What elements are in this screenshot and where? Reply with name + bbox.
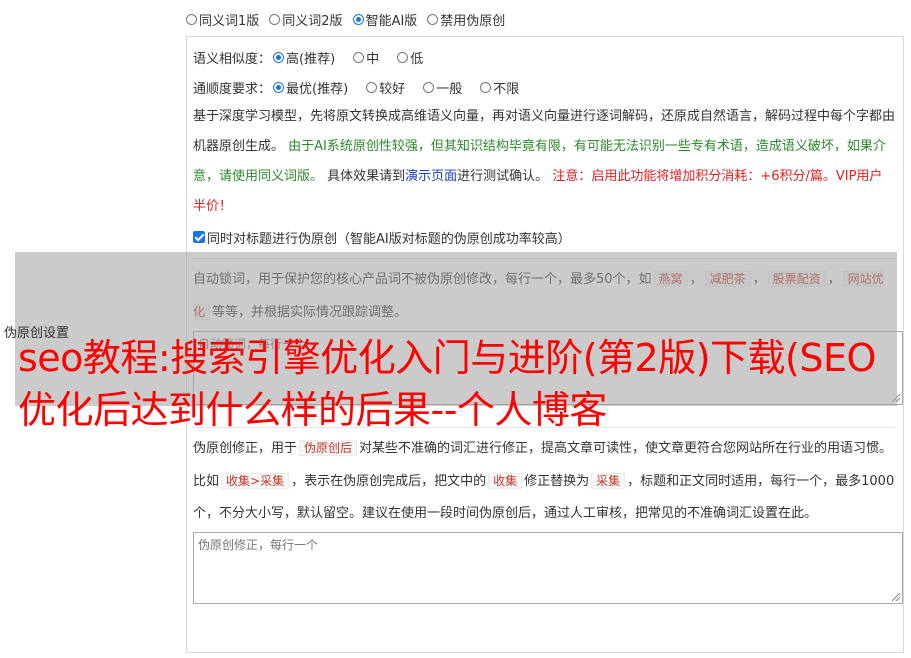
lock-words-placeholder: 自动锁词，每行一个 — [198, 337, 307, 351]
title-rewrite-label: 同时对标题进行伪原创（智能AI版对标题的伪原创成功率较高） — [207, 231, 571, 247]
divider — [193, 258, 895, 259]
fluency-best[interactable]: 最优(推荐) — [273, 78, 348, 97]
fluency-row: 通顺度要求： 最优(推荐) 较好 一般 不限 — [193, 72, 895, 102]
resize-grip-icon[interactable] — [892, 394, 900, 402]
mode-radio-group: 同义词1版 同义词2版 智能AI版 禁用伪原创 — [186, 9, 515, 29]
mode-ai[interactable]: 智能AI版 — [352, 10, 418, 29]
radio-checked-icon[interactable] — [352, 13, 364, 25]
correction-text-3: ，表示在伪原创完成后，把文中的 — [291, 474, 487, 489]
mode-disable[interactable]: 禁用伪原创 — [427, 10, 505, 29]
mode-synonym-v1-label: 同义词1版 — [199, 13, 260, 29]
lock-word-tag: 燕窝 — [653, 271, 688, 287]
ai-description: 基于深度学习模型，先将原文转换成高维语义向量，再对语义向量进行逐词解码，还原成自… — [193, 102, 895, 222]
radio-icon[interactable] — [353, 51, 365, 63]
resize-grip-icon[interactable] — [892, 593, 900, 601]
checkbox-checked-icon[interactable] — [193, 231, 205, 243]
correction-tag: 收集>采集 — [221, 473, 290, 489]
radio-icon[interactable] — [186, 13, 197, 25]
fluency-label: 通顺度要求： — [193, 81, 272, 97]
correction-textarea[interactable]: 伪原创修正，每行一个 — [193, 532, 903, 604]
mode-synonym-v2-label: 同义词2版 — [282, 13, 343, 29]
similarity-low-label: 低 — [410, 51, 424, 67]
fluency-any-label: 不限 — [493, 81, 520, 97]
similarity-low[interactable]: 低 — [397, 48, 423, 67]
radio-icon[interactable] — [397, 51, 409, 63]
mode-disable-label: 禁用伪原创 — [440, 13, 506, 29]
settings-panel: 语义相似度： 高(推荐) 中 低 通顺度要求： 最优(推荐) 较好 一般 不限 … — [186, 36, 904, 653]
divider — [193, 427, 895, 428]
lock-word-tag: 股票配资 — [767, 271, 826, 287]
lock-words-text-2: 等等，并根据实际情况跟踪调整。 — [212, 305, 408, 320]
radio-icon[interactable] — [480, 81, 492, 93]
similarity-medium-label: 中 — [366, 51, 380, 67]
correction-tag: 伪原创后 — [299, 440, 358, 456]
fluency-normal-label: 一般 — [436, 81, 463, 97]
radio-icon[interactable] — [423, 81, 435, 93]
side-label: 伪原创设置 — [4, 326, 70, 341]
similarity-row: 语义相似度： 高(推荐) 中 低 — [193, 42, 895, 72]
similarity-medium[interactable]: 中 — [353, 48, 379, 67]
radio-checked-icon[interactable] — [273, 51, 285, 63]
similarity-high-label: 高(推荐) — [286, 51, 336, 67]
title-rewrite-row: 同时对标题进行伪原创（智能AI版对标题的伪原创成功率较高） — [193, 222, 895, 252]
ai-desc-text-3: 进行测试确认。 — [457, 169, 553, 184]
radio-checked-icon[interactable] — [273, 81, 285, 93]
similarity-high[interactable]: 高(推荐) — [273, 48, 335, 67]
mode-ai-label: 智能AI版 — [365, 13, 418, 29]
fluency-good-label: 较好 — [379, 81, 406, 97]
lock-words-description: 自动锁词，用于保护您的核心产品词不被伪原创修改，每行一个，最多50个，如 燕窝，减… — [193, 271, 884, 320]
lock-words-textarea[interactable]: 自动锁词，每行一个 — [193, 331, 903, 405]
radio-icon[interactable] — [269, 13, 281, 25]
page: 同义词1版 同义词2版 智能AI版 禁用伪原创 语义相似度： 高(推荐) 中 低… — [0, 0, 911, 658]
correction-description: 伪原创修正，用于 伪原创后 对某些不准确的词汇进行修正，提高文章可读性，使文章更符合… — [193, 432, 895, 530]
correction-text: 伪原创修正，用于 — [193, 441, 298, 456]
fluency-normal[interactable]: 一般 — [423, 78, 462, 97]
correction-tag: 收集 — [488, 473, 523, 489]
lock-word-tag: 减肥茶 — [704, 271, 751, 287]
mode-synonym-v1[interactable]: 同义词1版 — [186, 10, 259, 29]
similarity-label: 语义相似度： — [193, 51, 272, 67]
mode-synonym-v2[interactable]: 同义词2版 — [269, 10, 343, 29]
correction-placeholder: 伪原创修正，每行一个 — [198, 538, 319, 552]
correction-tag: 采集 — [591, 473, 626, 489]
demo-page-link[interactable]: 演示页面 — [405, 169, 457, 184]
radio-icon[interactable] — [366, 81, 378, 93]
lock-words-text: 自动锁词，用于保护您的核心产品词不被伪原创修改，每行一个，最多50个，如 — [193, 272, 652, 287]
fluency-good[interactable]: 较好 — [366, 78, 405, 97]
correction-text-4: 修正替换为 — [524, 474, 590, 489]
fluency-any[interactable]: 不限 — [480, 78, 519, 97]
radio-icon[interactable] — [427, 13, 439, 25]
ai-desc-text-2: 具体效果请到 — [323, 169, 406, 184]
fluency-best-label: 最优(推荐) — [286, 81, 349, 97]
